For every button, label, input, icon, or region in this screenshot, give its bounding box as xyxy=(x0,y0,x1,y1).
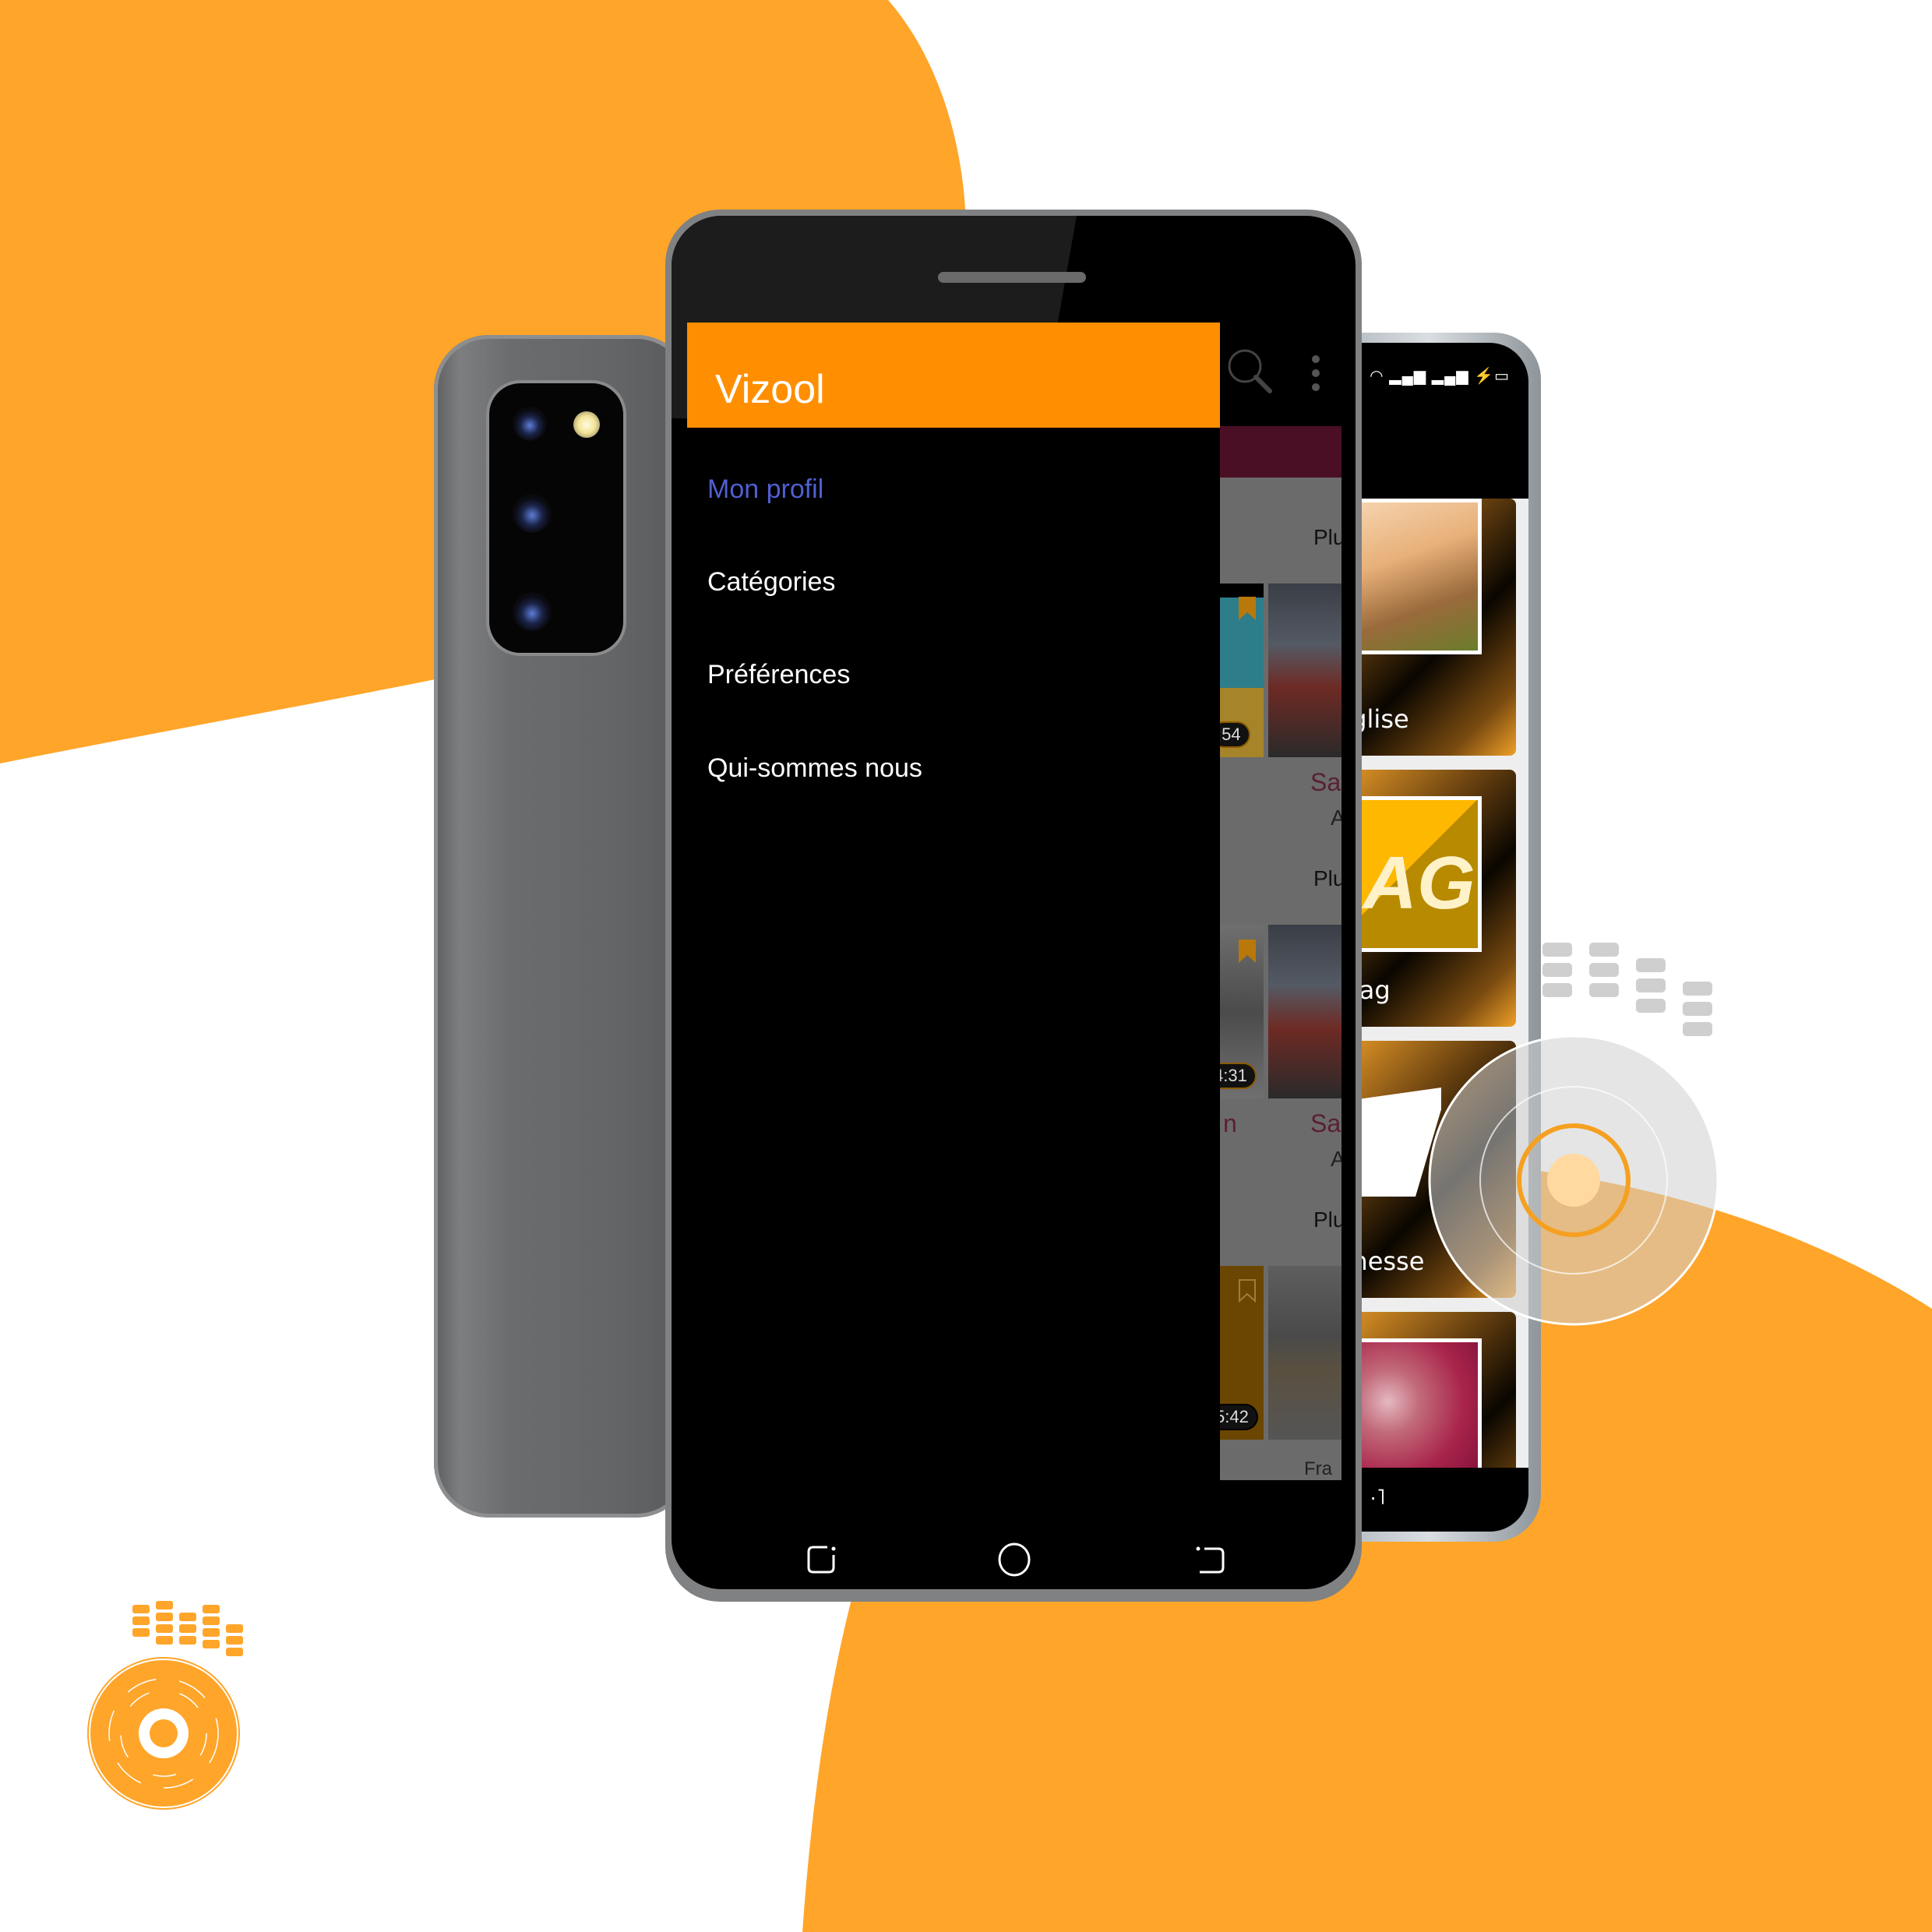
status-bar: ◠ ▂▄▆ ▂▄▆ ⚡▭ xyxy=(1370,366,1510,386)
speaker-grille xyxy=(938,272,1086,283)
camera-lens-icon xyxy=(513,592,552,631)
drawer-item-qui-sommes-nous[interactable]: Qui-sommes nous xyxy=(707,753,922,784)
search-icon[interactable] xyxy=(1225,346,1274,396)
camera-module xyxy=(489,383,623,653)
camera-lens-icon xyxy=(513,494,552,533)
more-vert-icon[interactable] xyxy=(1310,354,1321,393)
bookmark-icon[interactable] xyxy=(1239,940,1256,963)
bookmark-icon[interactable] xyxy=(1239,1279,1256,1303)
see-more-link[interactable]: Plu xyxy=(1313,866,1341,891)
signal-icon: ▂▄▆ xyxy=(1389,368,1427,385)
drawer-item-categories[interactable]: Catégories xyxy=(707,567,835,598)
home-icon[interactable] xyxy=(997,1542,1031,1577)
wifi-icon: ◠ xyxy=(1370,368,1384,385)
video-title: Sa xyxy=(1310,1109,1341,1137)
vinyl-logo-orange xyxy=(87,1601,243,1810)
signal-icon: ▂▄▆ xyxy=(1431,368,1469,385)
drawer-item-mon-profil[interactable]: Mon profil xyxy=(707,474,823,505)
recents-icon[interactable] xyxy=(804,1542,838,1577)
battery-icon: ⚡▭ xyxy=(1474,368,1510,385)
navigation-drawer: Vizool Mon profil Catégories Préférences… xyxy=(687,323,1220,1480)
video-subtitle: A xyxy=(1331,806,1341,830)
video-thumbnail[interactable] xyxy=(1268,583,1341,757)
flash-icon xyxy=(573,411,600,438)
video-title: n xyxy=(1223,1109,1237,1137)
video-thumbnail[interactable] xyxy=(1268,925,1341,1098)
video-thumbnail[interactable] xyxy=(1268,1266,1341,1440)
app-title: Vizool xyxy=(715,367,825,412)
app-screen: Plu :54 Sa A Plu 4:31 n Sa A Plu 5:42 Fr… xyxy=(687,323,1341,1480)
back-icon[interactable] xyxy=(1193,1542,1228,1577)
drawer-item-preferences[interactable]: Préférences xyxy=(707,660,850,690)
back-icon[interactable]: ·˥ xyxy=(1370,1485,1385,1510)
video-title: Fra xyxy=(1304,1458,1332,1479)
featured-banner[interactable] xyxy=(1220,426,1341,478)
vinyl-decoration-grey xyxy=(1428,943,1719,1326)
main-phone-body: Plu :54 Sa A Plu 4:31 n Sa A Plu 5:42 Fr… xyxy=(672,216,1356,1589)
video-subtitle: A xyxy=(1331,1147,1341,1171)
see-more-link[interactable]: Plu xyxy=(1313,1208,1341,1232)
bookmark-icon[interactable] xyxy=(1239,597,1256,620)
camera-lens-icon xyxy=(513,407,547,441)
video-title: Sa xyxy=(1310,768,1341,796)
see-more-link[interactable]: Plu xyxy=(1313,525,1341,550)
drawer-header: Vizool xyxy=(687,323,1220,428)
